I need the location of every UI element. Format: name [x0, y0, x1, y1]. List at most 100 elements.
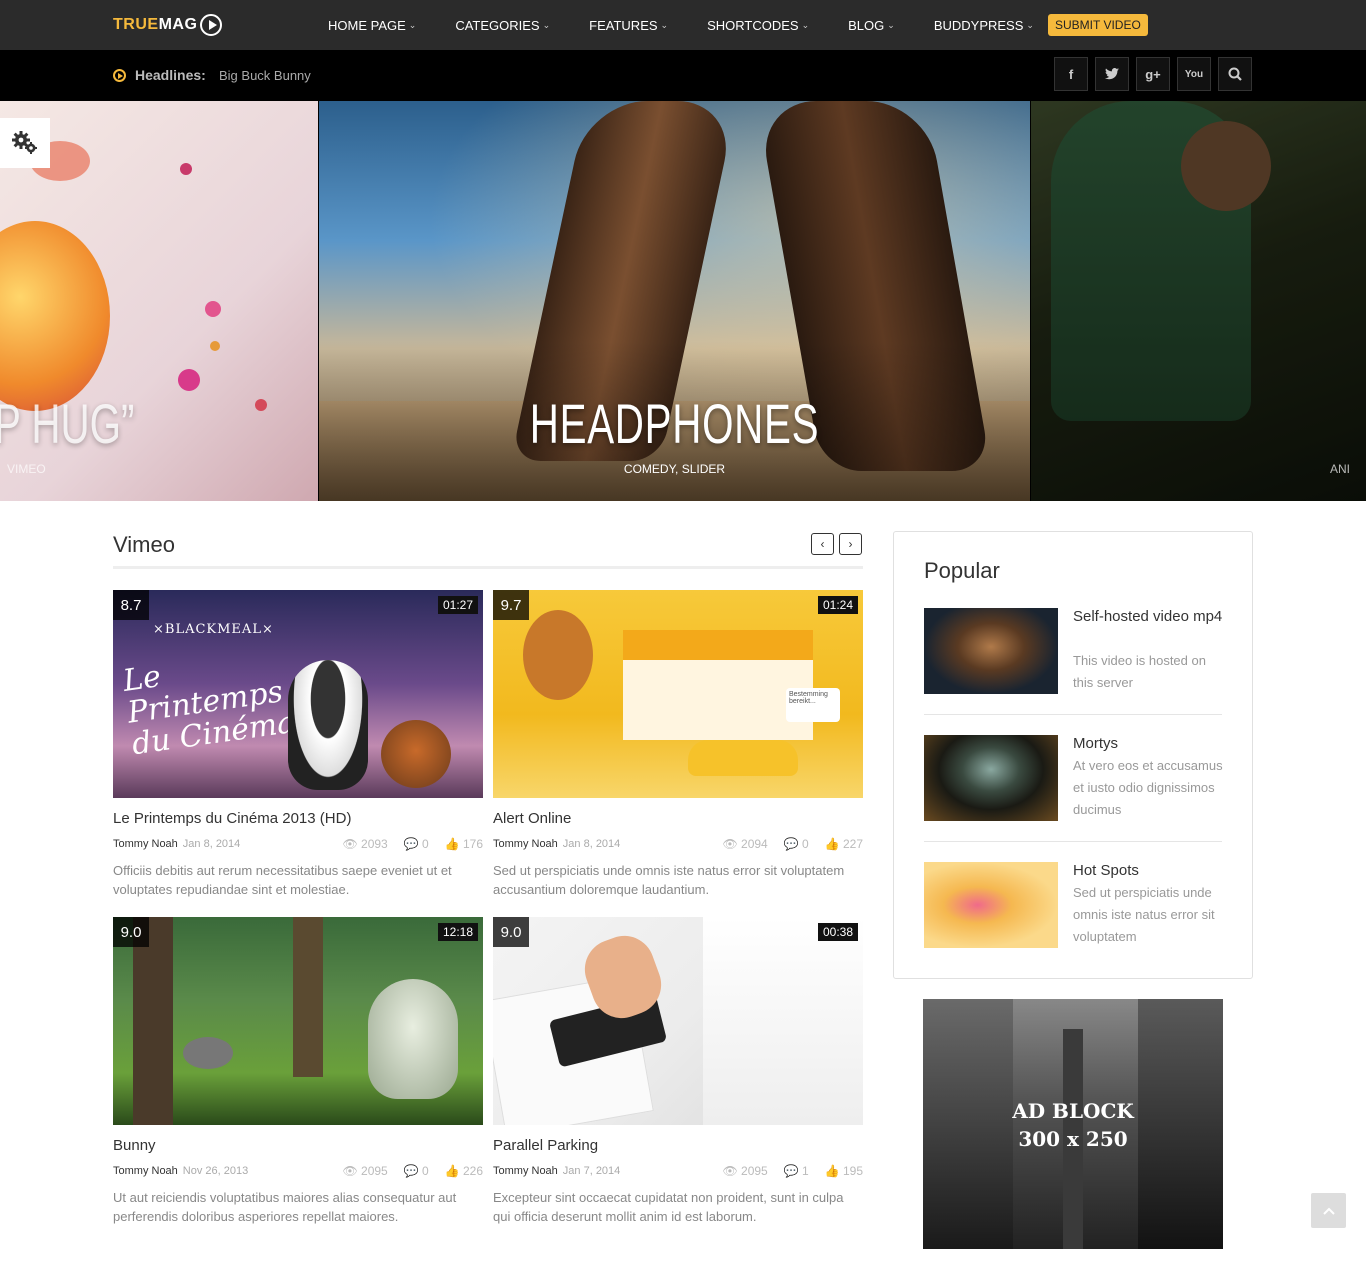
slide-shape — [180, 163, 192, 175]
video-title[interactable]: Parallel Parking — [493, 1137, 863, 1157]
post-date: Jan 7, 2014 — [562, 1165, 621, 1177]
ad-text: AD BLOCK 300 x 250 — [923, 1097, 1223, 1153]
view-count: 2095 — [361, 1164, 388, 1178]
prev-arrow-button[interactable]: ‹ — [811, 533, 834, 555]
author-link[interactable]: Tommy Noah — [493, 838, 558, 850]
bee-shape — [381, 720, 451, 788]
like-count: 176 — [462, 837, 483, 851]
video-thumbnail[interactable]: Bestemming bereikt... 9.7 01:24 — [493, 590, 863, 798]
video-title[interactable]: Alert Online — [493, 810, 863, 830]
video-title[interactable]: Bunny — [113, 1137, 483, 1157]
thumbs-up-icon: 👍 227 — [824, 837, 863, 851]
popular-thumbnail[interactable] — [924, 735, 1058, 821]
author-link[interactable]: Tommy Noah — [493, 1165, 558, 1177]
eye-icon: 👁 2094 — [722, 837, 768, 851]
video-thumbnail[interactable]: 9.0 00:38 — [493, 917, 863, 1125]
video-duration: 12:18 — [437, 923, 478, 941]
slide-shape — [210, 341, 220, 351]
menu-label: CATEGORIES — [455, 17, 540, 33]
video-meta: Tommy Noah Jan 8, 2014 👁 2094 💬 0 👍 227 — [493, 836, 863, 852]
menu-label: BUDDYPRESS — [933, 17, 1024, 33]
google-plus-icon[interactable]: g+ — [1136, 57, 1170, 91]
slide-overlay — [1031, 101, 1366, 501]
video-stats: 👁 2095 💬 0 👍 226 — [326, 1164, 483, 1178]
video-excerpt: Officiis debitis aut rerum necessitatibu… — [113, 863, 452, 897]
car-shape — [688, 740, 798, 776]
tree-shape — [523, 610, 593, 700]
ad-block[interactable]: AD BLOCK 300 x 250 — [923, 999, 1223, 1249]
video-meta: Tommy Noah Jan 7, 2014 👁 2095 💬 1 👍 195 — [493, 1163, 863, 1179]
author-link[interactable]: Tommy Noah — [113, 1165, 178, 1177]
play-circle-icon — [200, 14, 223, 36]
video-title[interactable]: Le Printemps du Cinéma 2013 (HD) — [113, 810, 483, 830]
comment-count: 0 — [422, 1164, 429, 1178]
menu-features[interactable]: FEATURES ⌄ — [589, 18, 668, 33]
popular-item: Self-hosted video mp4 This video is host… — [924, 608, 1222, 718]
slide-categories[interactable]: COMEDY, SLIDER — [319, 462, 1030, 476]
video-stats: 👁 2094 💬 0 👍 227 — [706, 837, 863, 851]
play-circle-icon — [113, 69, 126, 82]
site-logo[interactable]: TRUE MAG — [113, 14, 223, 36]
comment-icon: 💬 0 — [403, 837, 429, 851]
video-stats: 👁 2093 💬 0 👍 176 — [326, 837, 483, 851]
video-meta: Tommy Noah Nov 26, 2013 👁 2095 💬 0 👍 226 — [113, 1163, 483, 1179]
slide-title[interactable]: HEADPHONES — [419, 391, 931, 456]
bunny-shape — [368, 979, 458, 1099]
rating-score: 9.0 — [113, 917, 149, 947]
chevron-down-icon: ⌄ — [408, 19, 417, 30]
twitter-icon[interactable] — [1095, 57, 1129, 91]
headlines-label: Headlines: — [135, 67, 206, 83]
section-divider — [113, 566, 863, 569]
popular-thumbnail[interactable] — [924, 608, 1058, 694]
video-thumbnail[interactable]: 9.0 12:18 — [113, 917, 483, 1125]
search-icon[interactable] — [1218, 57, 1252, 91]
facebook-icon[interactable]: f — [1054, 57, 1088, 91]
thumb-caption: ×BLACKMEAL× — [153, 622, 274, 637]
menu-blog[interactable]: BLOG ⌄ — [848, 18, 895, 33]
back-to-top-button[interactable] — [1311, 1193, 1346, 1228]
video-duration: 01:24 — [817, 596, 858, 614]
popular-title[interactable]: Mortys — [1073, 733, 1223, 755]
view-count: 2095 — [741, 1164, 768, 1178]
eye-icon: 👁 2095 — [722, 1164, 768, 1178]
menu-buddypress[interactable]: BUDDYPRESS ⌄ — [934, 18, 1034, 33]
eye-icon: 👁 2093 — [342, 837, 388, 851]
comment-icon: 💬 0 — [403, 1164, 429, 1178]
chevron-down-icon: ⌄ — [801, 19, 810, 30]
popular-title[interactable]: Hot Spots — [1073, 860, 1223, 882]
video-stats: 👁 2095 💬 1 👍 195 — [706, 1164, 863, 1178]
menu-categories[interactable]: CATEGORIES ⌄ — [455, 18, 550, 33]
slide-current[interactable]: HEADPHONES COMEDY, SLIDER — [319, 101, 1030, 501]
chevron-down-icon: ⌄ — [1026, 19, 1034, 30]
post-date: Jan 8, 2014 — [182, 838, 241, 850]
thumb-caption: Le Printemps du Cinéma — [120, 659, 298, 763]
submit-video-button[interactable]: SUBMIT VIDEO — [1048, 14, 1148, 36]
menu-home-page[interactable]: HOME PAGE ⌄ — [328, 18, 416, 33]
comment-icon: 💬 1 — [783, 1164, 809, 1178]
rock-shape — [183, 1037, 233, 1069]
shirt-shape — [703, 917, 863, 1125]
popular-desc: At vero eos et accusamus et iusto odio d… — [1073, 758, 1223, 817]
author-link[interactable]: Tommy Noah — [113, 838, 178, 850]
comment-icon: 💬 0 — [783, 837, 809, 851]
video-thumbnail[interactable]: ×BLACKMEAL× Le Printemps du Cinéma 8.7 0… — [113, 590, 483, 798]
comment-count: 1 — [802, 1164, 809, 1178]
youtube-icon[interactable]: You — [1177, 57, 1211, 91]
slide-next[interactable]: ANI — [1031, 101, 1366, 501]
video-excerpt: Ut aut reiciendis voluptatibus maiores a… — [113, 1190, 457, 1224]
popular-title[interactable]: Self-hosted video mp4 — [1073, 606, 1223, 628]
menu-shortcodes[interactable]: SHORTCODES ⌄ — [707, 18, 809, 33]
thumb-caption: Bestemming bereikt... — [786, 688, 840, 722]
video-card: 9.0 00:38 Parallel Parking Tommy Noah Ja… — [493, 917, 863, 1226]
popular-thumbnail[interactable] — [924, 862, 1058, 948]
ad-line-2: 300 x 250 — [1018, 1127, 1128, 1151]
settings-toggle[interactable] — [0, 118, 50, 168]
section-title: Vimeo — [113, 532, 175, 557]
eye-icon: 👁 2095 — [342, 1164, 388, 1178]
slide-shape — [205, 301, 221, 317]
post-date: Jan 8, 2014 — [562, 838, 621, 850]
next-arrow-button[interactable]: › — [839, 533, 862, 555]
widget-title: Popular — [924, 558, 1000, 583]
slide-categories: VIMEO — [7, 462, 46, 476]
headline-link[interactable]: Big Buck Bunny — [219, 68, 311, 83]
